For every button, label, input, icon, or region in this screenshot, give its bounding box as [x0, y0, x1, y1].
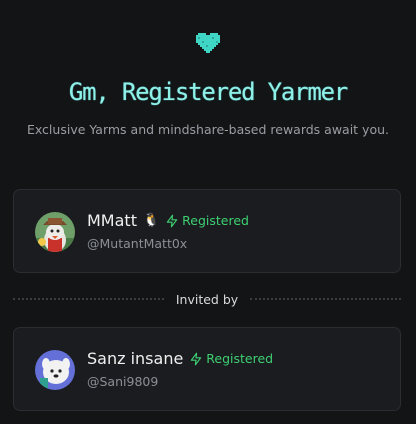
registered-badge: Registered	[165, 213, 249, 228]
invited-by-label: Invited by	[175, 291, 239, 307]
divider-line-right	[250, 298, 401, 300]
inviter-handle[interactable]: @Sani9809	[87, 374, 158, 389]
divider-line-left	[13, 298, 164, 300]
registered-badge: Registered	[189, 351, 273, 366]
registered-label: Registered	[206, 351, 274, 366]
avatar	[35, 212, 75, 252]
avatar	[35, 350, 75, 390]
page-title: Gm, Registered Yarmer	[68, 78, 348, 106]
user-handle[interactable]: @MutantMatt0x	[87, 236, 187, 251]
inviter-card: Sanz insane Registered @Sani9809	[13, 327, 401, 411]
user-name: MMatt	[87, 211, 137, 230]
user-card: MMatt 🐧 Registered @MutantMatt0x	[13, 189, 401, 273]
lightning-icon	[166, 214, 178, 227]
pixel-heart-icon	[196, 33, 220, 53]
registered-label: Registered	[182, 213, 249, 228]
invited-by-divider: Invited by	[13, 291, 401, 307]
lightning-icon	[191, 352, 202, 365]
penguin-emoji: 🐧	[142, 213, 160, 228]
page-subtitle: Exclusive Yarms and mindshare-based rewa…	[26, 122, 390, 137]
inviter-name: Sanz insane	[87, 349, 184, 368]
